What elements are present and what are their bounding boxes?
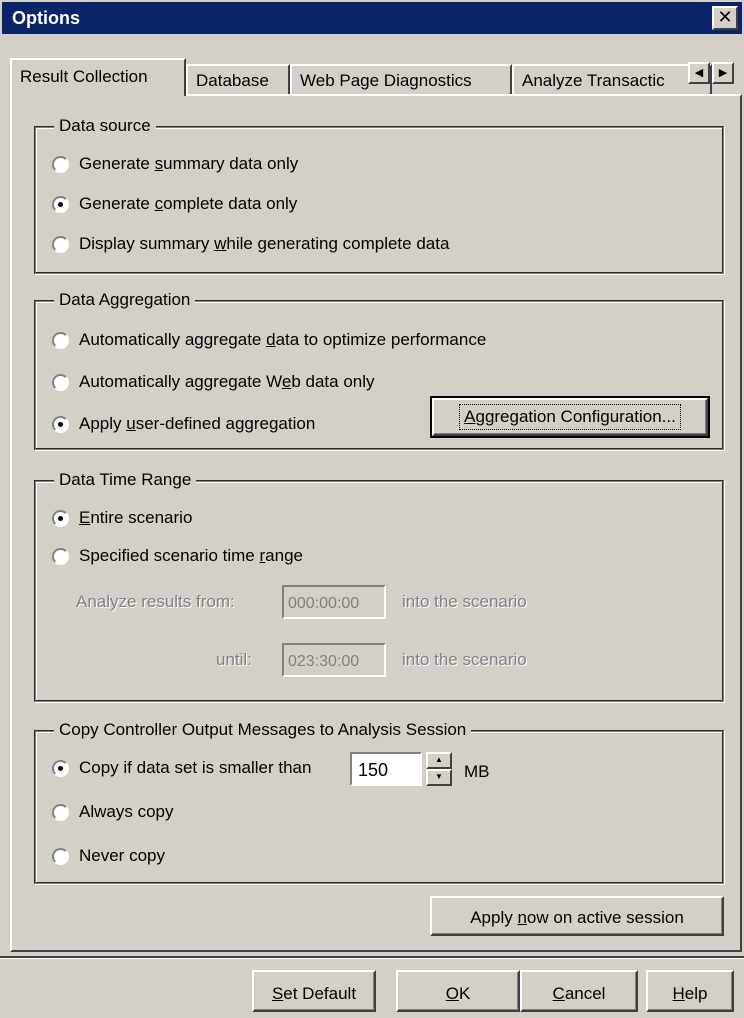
- radio-icon[interactable]: [52, 847, 69, 865]
- copy-size-input[interactable]: 150: [350, 752, 422, 786]
- radio-icon[interactable]: [52, 509, 69, 527]
- radio-user-defined-aggregation[interactable]: Apply user-defined aggregation: [52, 414, 315, 434]
- until-field[interactable]: 023:30:00: [282, 643, 386, 677]
- until-suffix: into the scenario: [402, 650, 527, 669]
- button-label: Aggregation Configuration...: [459, 404, 681, 430]
- window-title: Options: [12, 8, 80, 28]
- spin-up-icon[interactable]: ▲: [426, 752, 452, 769]
- button-label: Set Default: [271, 984, 357, 1003]
- radio-icon[interactable]: [52, 235, 69, 253]
- ok-button[interactable]: OK: [396, 970, 520, 1012]
- radio-complete-only[interactable]: Generate complete data only: [52, 194, 297, 214]
- group-legend: Data source: [54, 116, 156, 136]
- apply-now-button[interactable]: Apply now on active session: [430, 896, 724, 936]
- radio-label: Always copy: [79, 802, 174, 821]
- tab-label: Database: [196, 71, 269, 90]
- copy-size-unit: MB: [464, 762, 490, 781]
- button-label: Help: [672, 984, 708, 1003]
- copy-size-spinner[interactable]: ▲ ▼: [426, 752, 452, 786]
- tab-result-collection[interactable]: Result Collection: [10, 58, 186, 96]
- radio-icon[interactable]: [52, 415, 69, 433]
- radio-specified-time-range[interactable]: Specified scenario time range: [52, 546, 303, 566]
- radio-copy-if-smaller[interactable]: Copy if data set is smaller than: [52, 758, 311, 778]
- radio-icon[interactable]: [52, 331, 69, 349]
- button-label: Cancel: [552, 984, 606, 1003]
- radio-icon[interactable]: [52, 155, 69, 173]
- aggregation-configuration-button[interactable]: Aggregation Configuration...: [430, 396, 710, 438]
- spin-down-icon[interactable]: ▼: [426, 769, 452, 786]
- tab-label: Analyze Transactic: [522, 71, 665, 90]
- radio-display-summary[interactable]: Display summary while generating complet…: [52, 234, 449, 254]
- radio-never-copy[interactable]: Never copy: [52, 846, 165, 866]
- title-bar: Options ✕: [0, 0, 744, 34]
- until-label: until:: [216, 650, 252, 669]
- close-icon[interactable]: ✕: [712, 6, 738, 30]
- set-default-button[interactable]: Set Default: [252, 970, 376, 1012]
- help-button[interactable]: Help: [646, 970, 734, 1012]
- button-label: Apply now on active session: [470, 908, 684, 927]
- tab-analyze-transaction[interactable]: Analyze Transactic: [512, 64, 712, 96]
- group-legend: Copy Controller Output Messages to Analy…: [54, 720, 472, 740]
- data-source-group: Data source Generate summary data only G…: [34, 116, 724, 274]
- tab-scroll-left-icon[interactable]: ◀: [688, 62, 710, 84]
- radio-label: Apply user-defined aggregation: [79, 414, 316, 433]
- cancel-button[interactable]: Cancel: [520, 970, 638, 1012]
- radio-label: Specified scenario time range: [79, 546, 303, 565]
- analyze-from-label: Analyze results from:: [76, 592, 235, 611]
- radio-entire-scenario[interactable]: Entire scenario: [52, 508, 192, 528]
- radio-always-copy[interactable]: Always copy: [52, 802, 173, 822]
- button-label: OK: [445, 984, 471, 1003]
- radio-icon[interactable]: [52, 373, 69, 391]
- radio-icon[interactable]: [52, 759, 69, 777]
- radio-summary-only[interactable]: Generate summary data only: [52, 154, 298, 174]
- tab-strip: Result Collection Database Web Page Diag…: [10, 58, 744, 96]
- radio-icon[interactable]: [52, 195, 69, 213]
- analyze-from-suffix: into the scenario: [402, 592, 527, 611]
- group-legend: Data Time Range: [54, 470, 197, 490]
- radio-label: Automatically aggregate Web data only: [79, 372, 375, 391]
- radio-label: Automatically aggregate data to optimize…: [79, 330, 487, 349]
- tab-label: Web Page Diagnostics: [300, 71, 472, 90]
- radio-label: Entire scenario: [79, 508, 193, 527]
- analyze-from-field[interactable]: 000:00:00: [282, 585, 386, 619]
- radio-icon[interactable]: [52, 803, 69, 821]
- radio-label: Display summary while generating complet…: [79, 234, 450, 253]
- tab-scroll-right-icon[interactable]: ▶: [712, 62, 734, 84]
- radio-auto-aggregate-web[interactable]: Automatically aggregate Web data only: [52, 372, 375, 392]
- radio-label: Generate complete data only: [79, 194, 298, 213]
- radio-auto-aggregate[interactable]: Automatically aggregate data to optimize…: [52, 330, 486, 350]
- tab-label: Result Collection: [20, 67, 148, 86]
- radio-label: Generate summary data only: [79, 154, 299, 173]
- radio-icon[interactable]: [52, 547, 69, 565]
- radio-label: Never copy: [79, 846, 165, 865]
- radio-label: Copy if data set is smaller than: [79, 758, 312, 777]
- group-legend: Data Aggregation: [54, 290, 196, 310]
- tab-web-page-diagnostics[interactable]: Web Page Diagnostics: [290, 64, 512, 96]
- tab-database[interactable]: Database: [186, 64, 290, 96]
